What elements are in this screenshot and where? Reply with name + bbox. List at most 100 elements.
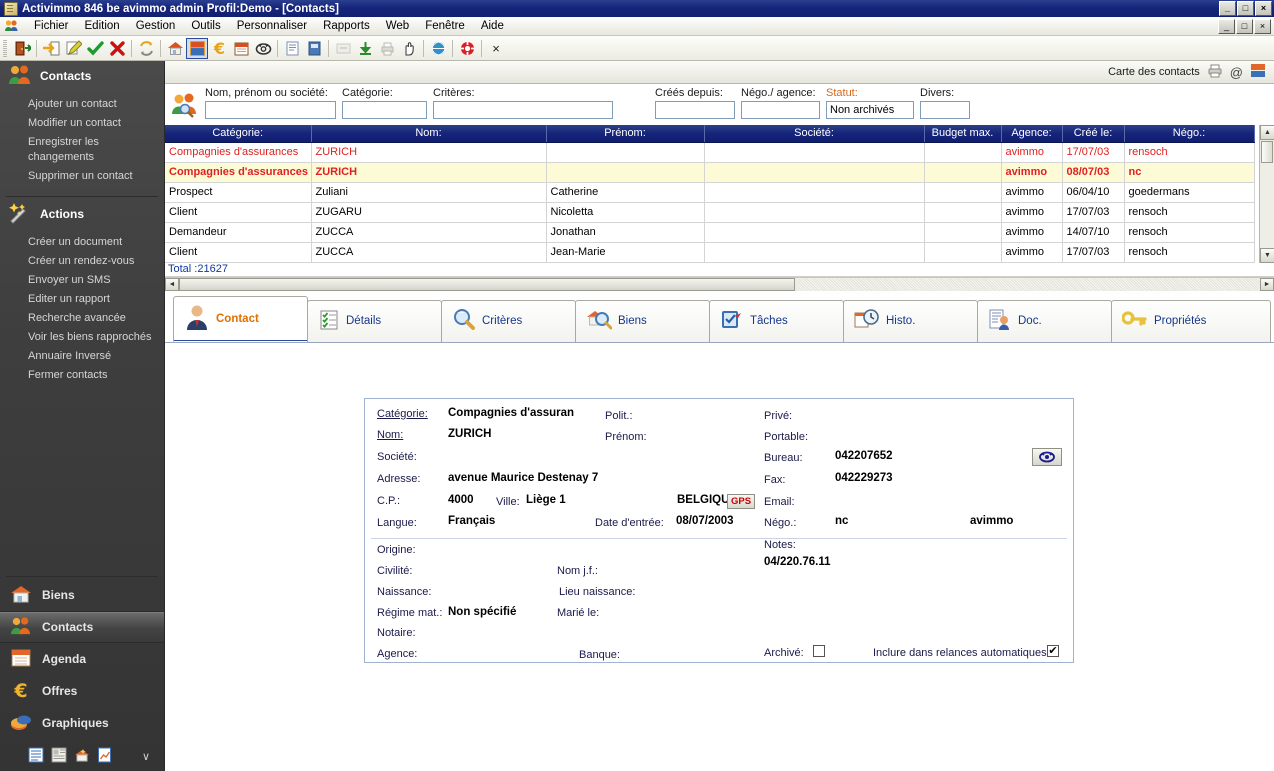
scroll-up-arrow-icon[interactable]: ▲	[1260, 125, 1274, 140]
chart-doc-icon[interactable]	[97, 747, 113, 766]
menu-item-fichier[interactable]: Fichier	[26, 18, 77, 34]
sidebar-link-supprimer-contact[interactable]: Supprimer un contact	[0, 167, 164, 186]
scroll-left-arrow-icon[interactable]: ◄	[165, 277, 179, 291]
misc-filter-input[interactable]	[920, 101, 970, 119]
mdi-restore-button[interactable]: □	[1236, 18, 1253, 34]
sidebar-link-biens-rapproches[interactable]: Voir les biens rapprochés	[0, 328, 164, 347]
grid-horizontal-scrollbar[interactable]: ◄ ►	[165, 276, 1274, 291]
sidebar-link-editer-rapport[interactable]: Editer un rapport	[0, 290, 164, 309]
table-row-selected[interactable]: Compagnies d'assurances ZURICH avimmo 08…	[165, 162, 1255, 183]
delete-cross-icon[interactable]	[106, 38, 128, 59]
column-header-cree-le[interactable]: Créé le:	[1062, 125, 1125, 143]
sidebar-link-modifier-contact[interactable]: Modifier un contact	[0, 114, 164, 133]
column-header-nom[interactable]: Nom:	[311, 125, 547, 143]
category-filter-input[interactable]	[342, 101, 427, 119]
menu-item-outils[interactable]: Outils	[183, 18, 228, 34]
horizontal-scroll-track[interactable]	[179, 277, 1260, 291]
list-view-icon[interactable]	[28, 747, 44, 766]
help-lifering-icon[interactable]	[456, 38, 478, 59]
created-since-filter-input[interactable]	[655, 101, 735, 119]
new-record-icon[interactable]	[40, 38, 62, 59]
window-minimize-button[interactable]: _	[1219, 1, 1236, 16]
sidebar-link-fermer-contacts[interactable]: Fermer contacts	[0, 366, 164, 385]
tab-proprietes[interactable]: Propriétés	[1111, 299, 1271, 342]
label-nom[interactable]: Nom:	[377, 429, 403, 441]
exit-door-icon[interactable]	[11, 38, 33, 59]
report-book-icon[interactable]	[303, 38, 325, 59]
column-header-agence[interactable]: Agence:	[1001, 125, 1063, 143]
window-restore-button[interactable]: □	[1237, 1, 1254, 16]
menu-item-personnaliser[interactable]: Personnaliser	[229, 18, 315, 34]
agenda-calendar-icon[interactable]	[230, 38, 252, 59]
edit-pencil-icon[interactable]	[62, 38, 84, 59]
sidebar-item-biens[interactable]: Biens	[0, 579, 164, 611]
column-header-prenom[interactable]: Prénom:	[546, 125, 705, 143]
tab-criteres[interactable]: Critères	[441, 299, 576, 342]
criteria-filter-input[interactable]	[433, 101, 613, 119]
menu-item-aide[interactable]: Aide	[473, 18, 512, 34]
property-house-icon[interactable]	[164, 38, 186, 59]
menu-item-edition[interactable]: Edition	[77, 18, 128, 34]
chevron-down-icon[interactable]: ∨	[142, 750, 150, 763]
phone-dial-icon[interactable]	[252, 38, 274, 59]
column-header-societe[interactable]: Société:	[704, 125, 925, 143]
tab-contact[interactable]: Contact	[173, 295, 308, 342]
sidebar-link-ajouter-contact[interactable]: Ajouter un contact	[0, 95, 164, 114]
download-icon[interactable]	[354, 38, 376, 59]
sidebar-link-recherche-avancee[interactable]: Recherche avancée	[0, 309, 164, 328]
sidebar-item-contacts[interactable]: Contacts	[0, 611, 164, 643]
euro-offers-icon[interactable]: €	[208, 38, 230, 59]
sidebar-link-annuaire-inverse[interactable]: Annuaire Inversé	[0, 347, 164, 366]
web-globe-icon[interactable]	[427, 38, 449, 59]
sidebar-item-agenda[interactable]: Agenda	[0, 643, 164, 675]
archive-checkbox[interactable]	[813, 644, 825, 657]
gps-button[interactable]: GPS	[727, 493, 756, 509]
hand-pan-icon[interactable]	[398, 38, 420, 59]
scroll-right-arrow-icon[interactable]: ►	[1260, 277, 1274, 291]
grid-vertical-scrollbar[interactable]: ▲ ▼	[1259, 125, 1274, 263]
column-header-categorie[interactable]: Catégorie:	[165, 125, 312, 143]
sidebar-link-creer-rdv[interactable]: Créer un rendez-vous	[0, 252, 164, 271]
close-x-icon[interactable]: ×	[485, 38, 507, 59]
tab-taches[interactable]: Tâches	[709, 299, 844, 342]
property-add-icon[interactable]	[74, 747, 90, 766]
mdi-close-button[interactable]: ×	[1254, 18, 1271, 34]
menu-item-web[interactable]: Web	[378, 18, 417, 34]
sidebar-link-enregistrer[interactable]: Enregistrer les changements	[0, 133, 120, 167]
table-row[interactable]: Compagnies d'assurances ZURICH avimmo 17…	[165, 142, 1255, 163]
status-filter-input[interactable]	[826, 101, 914, 119]
tab-doc[interactable]: Doc.	[977, 299, 1112, 342]
sidebar-item-offres[interactable]: € Offres	[0, 675, 164, 707]
horizontal-scroll-thumb[interactable]	[179, 277, 795, 291]
tab-histo[interactable]: Histo.	[843, 299, 978, 342]
print-icon[interactable]	[1207, 63, 1223, 81]
map-contacts-label[interactable]: Carte des contacts	[1108, 66, 1200, 78]
table-row[interactable]: Demandeur ZUCCA Jonathan avimmo 14/07/10…	[165, 222, 1255, 243]
sidebar-item-graphiques[interactable]: Graphiques	[0, 707, 164, 739]
sidebar-link-envoyer-sms[interactable]: Envoyer un SMS	[0, 271, 164, 290]
label-categorie[interactable]: Catégorie:	[377, 408, 428, 420]
column-header-budget-max[interactable]: Budget max.	[924, 125, 1002, 143]
refresh-arrows-icon[interactable]	[135, 38, 157, 59]
menu-item-gestion[interactable]: Gestion	[128, 18, 184, 34]
name-filter-input[interactable]	[205, 101, 336, 119]
table-row[interactable]: Prospect Zuliani Catherine avimmo 06/04/…	[165, 182, 1255, 203]
tab-details[interactable]: Détails	[307, 299, 442, 342]
sidebar-link-creer-document[interactable]: Créer un document	[0, 233, 164, 252]
print-icon[interactable]	[376, 38, 398, 59]
menu-item-rapports[interactable]: Rapports	[315, 18, 378, 34]
contacts-grid-icon[interactable]	[186, 37, 208, 59]
telephone-icon[interactable]	[1032, 447, 1062, 466]
validate-check-icon[interactable]	[84, 38, 106, 59]
window-close-button[interactable]: ×	[1255, 1, 1272, 16]
relances-checkbox[interactable]: ✔	[1047, 644, 1059, 657]
column-header-nego[interactable]: Négo.:	[1124, 125, 1255, 143]
email-at-icon[interactable]: @	[1230, 65, 1243, 80]
table-row[interactable]: Client ZUCCA Jean-Marie avimmo 17/07/03 …	[165, 242, 1255, 263]
table-row[interactable]: Client ZUGARU Nicoletta avimmo 17/07/03 …	[165, 202, 1255, 223]
export-icon[interactable]	[332, 38, 354, 59]
tab-biens[interactable]: Biens	[575, 299, 710, 342]
document-icon[interactable]	[281, 38, 303, 59]
mdi-minimize-button[interactable]: _	[1218, 18, 1235, 34]
menu-item-fenetre[interactable]: Fenêtre	[417, 18, 473, 34]
